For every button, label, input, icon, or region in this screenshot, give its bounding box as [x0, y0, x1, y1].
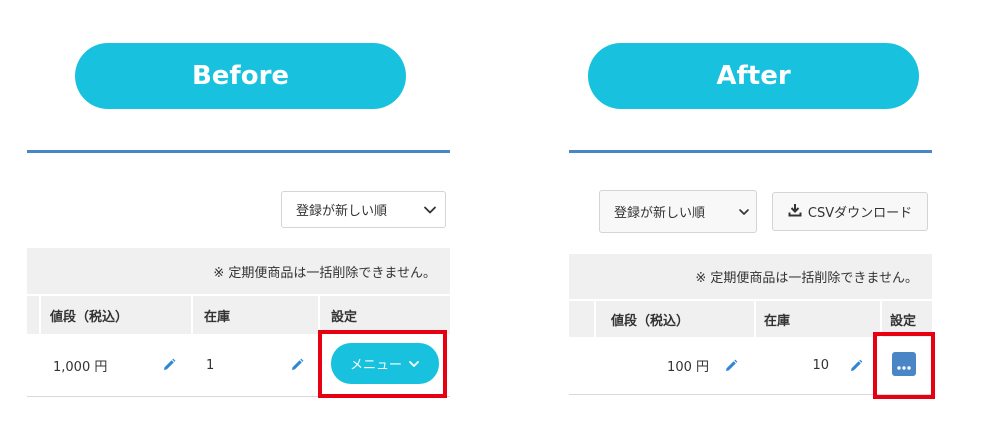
column-divider	[594, 301, 596, 337]
before-heading-pill: Before	[75, 43, 406, 109]
before-highlight-box	[318, 330, 447, 398]
after-sort-select[interactable]: 登録が新しい順	[599, 190, 757, 233]
after-heading: After	[716, 61, 791, 91]
column-header-price: 値段（税込）	[50, 309, 129, 325]
before-notice-bar: ※ 定期便商品は一括削除できません。	[27, 248, 450, 294]
column-header-stock: 在庫	[764, 313, 791, 329]
after-divider	[569, 150, 932, 153]
column-divider	[191, 296, 193, 334]
chevron-down-icon	[423, 203, 437, 217]
stock-value: 1	[206, 357, 215, 373]
price-value: 1,000 円	[53, 359, 108, 375]
chevron-down-icon	[738, 206, 750, 218]
stock-value: 10	[812, 358, 829, 373]
download-icon	[788, 203, 802, 221]
before-divider	[27, 150, 450, 153]
after-heading-pill: After	[588, 43, 919, 109]
pencil-icon[interactable]	[848, 337, 864, 394]
pencil-icon[interactable]	[289, 334, 305, 396]
column-divider	[318, 296, 320, 334]
notice-text: ※ 定期便商品は一括削除できません。	[213, 265, 436, 281]
column-divider	[754, 301, 756, 337]
before-heading: Before	[191, 61, 290, 91]
pencil-icon[interactable]	[161, 334, 177, 396]
csv-download-label: CSVダウンロード	[807, 206, 913, 221]
after-highlight-box	[873, 332, 935, 399]
sort-select-value: 登録が新しい順	[614, 206, 706, 221]
before-sort-select[interactable]: 登録が新しい順	[281, 191, 446, 228]
price-value: 100 円	[667, 360, 709, 375]
sort-select-value: 登録が新しい順	[296, 204, 388, 219]
after-notice-bar: ※ 定期便商品は一括削除できません。	[569, 254, 932, 299]
pencil-icon[interactable]	[723, 337, 739, 394]
before-table-header: 値段（税込） 在庫 設定	[27, 296, 450, 334]
column-header-price: 値段（税込）	[611, 313, 690, 329]
column-header-settings: 設定	[331, 309, 358, 325]
notice-text: ※ 定期便商品は一括削除できません。	[695, 271, 918, 286]
column-divider	[39, 296, 41, 334]
csv-download-button[interactable]: CSVダウンロード	[772, 192, 928, 231]
column-header-stock: 在庫	[204, 309, 231, 325]
